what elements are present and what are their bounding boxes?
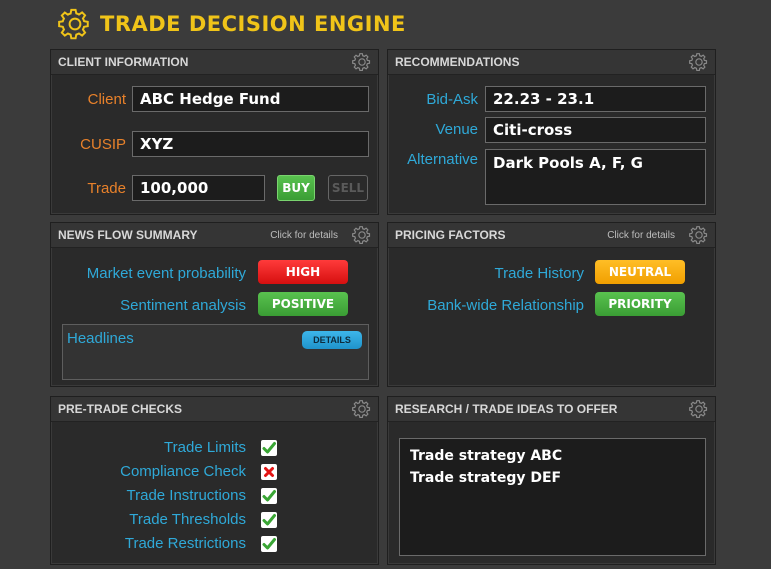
bid-ask-label: Bid-Ask [426,91,478,108]
sentiment-label: Sentiment analysis [120,297,246,314]
trade-label: Trade [87,180,126,197]
panel-title: PRE-TRADE CHECKS [58,402,183,416]
click-for-details-link[interactable]: Click for details [607,230,675,241]
client-information-panel: CLIENT INFORMATION Client ABC Hedge Fund… [50,49,379,215]
venue-label: Venue [435,121,478,138]
cusip-field[interactable]: XYZ [132,131,369,157]
venue-field[interactable]: Citi-cross [485,117,706,143]
gear-icon[interactable] [689,52,709,72]
gear-icon[interactable] [352,399,372,419]
check-label: Compliance Check [120,463,246,480]
headlines-box: Headlines DETAILS [62,324,369,380]
pre-trade-checks-panel: PRE-TRADE CHECKS Trade Limits Compliance … [50,396,379,565]
cusip-label: CUSIP [80,136,126,153]
check-icon[interactable] [261,536,277,552]
check-row: Trade Instructions [51,487,378,507]
pricing-factors-panel: PRICING FACTORS Click for details Trade … [387,222,716,387]
panel-title: PRICING FACTORS [395,228,506,242]
panel-title: RESEARCH / TRADE IDEAS TO OFFER [395,402,618,416]
trade-quantity-field[interactable]: 100,000 [132,175,265,201]
check-label: Trade Thresholds [129,511,246,528]
click-for-details-link[interactable]: Click for details [270,230,338,241]
research-panel: RESEARCH / TRADE IDEAS TO OFFER Trade st… [387,396,716,565]
trade-history-status-badge[interactable]: NEUTRAL [595,260,685,284]
list-item[interactable]: Trade strategy ABC [410,448,562,464]
relationship-label: Bank-wide Relationship [427,297,584,314]
relationship-status-badge[interactable]: PRIORITY [595,292,685,316]
check-icon[interactable] [261,440,277,456]
gear-icon[interactable] [689,225,709,245]
recommendations-panel: RECOMMENDATIONS Bid-Ask 22.23 - 23.1 Ven… [387,49,716,215]
check-label: Trade Instructions [126,487,247,504]
panel-header: PRE-TRADE CHECKS [51,397,378,422]
app-header: TRADE DECISION ENGINE [58,6,406,42]
gear-icon [58,7,92,41]
client-field[interactable]: ABC Hedge Fund [132,86,369,112]
panel-title: RECOMMENDATIONS [395,55,520,69]
news-flow-panel: NEWS FLOW SUMMARY Click for details Mark… [50,222,379,387]
details-button[interactable]: DETAILS [302,331,362,349]
gear-icon[interactable] [352,52,372,72]
sentiment-status-badge[interactable]: POSITIVE [258,292,348,316]
app-title: TRADE DECISION ENGINE [100,12,406,36]
x-icon[interactable] [261,464,277,480]
buy-button[interactable]: BUY [277,175,315,201]
gear-icon[interactable] [352,225,372,245]
check-label: Trade Limits [164,439,246,456]
check-row: Compliance Check [51,463,378,483]
panel-header: RESEARCH / TRADE IDEAS TO OFFER [388,397,715,422]
panel-title: CLIENT INFORMATION [58,55,189,69]
panel-title: NEWS FLOW SUMMARY [58,228,198,242]
check-row: Trade Thresholds [51,511,378,531]
research-list: Trade strategy ABC Trade strategy DEF [399,438,706,556]
client-label: Client [87,91,126,108]
panel-header: RECOMMENDATIONS [388,50,715,75]
gear-icon[interactable] [689,399,709,419]
panel-header: NEWS FLOW SUMMARY Click for details [51,223,378,248]
headlines-label: Headlines [67,330,134,347]
panel-header: CLIENT INFORMATION [51,50,378,75]
panel-header: PRICING FACTORS Click for details [388,223,715,248]
alternative-field[interactable]: Dark Pools A, F, G [485,149,706,205]
check-label: Trade Restrictions [124,535,246,552]
list-item[interactable]: Trade strategy DEF [410,470,561,486]
market-event-label: Market event probability [86,265,246,282]
trade-history-label: Trade History [494,265,584,282]
alternative-label: Alternative [407,151,478,168]
market-event-status-badge[interactable]: HIGH [258,260,348,284]
sell-button[interactable]: SELL [328,175,368,201]
bid-ask-field[interactable]: 22.23 - 23.1 [485,86,706,112]
check-icon[interactable] [261,512,277,528]
check-row: Trade Limits [51,439,378,459]
check-row: Trade Restrictions [51,535,378,555]
check-icon[interactable] [261,488,277,504]
